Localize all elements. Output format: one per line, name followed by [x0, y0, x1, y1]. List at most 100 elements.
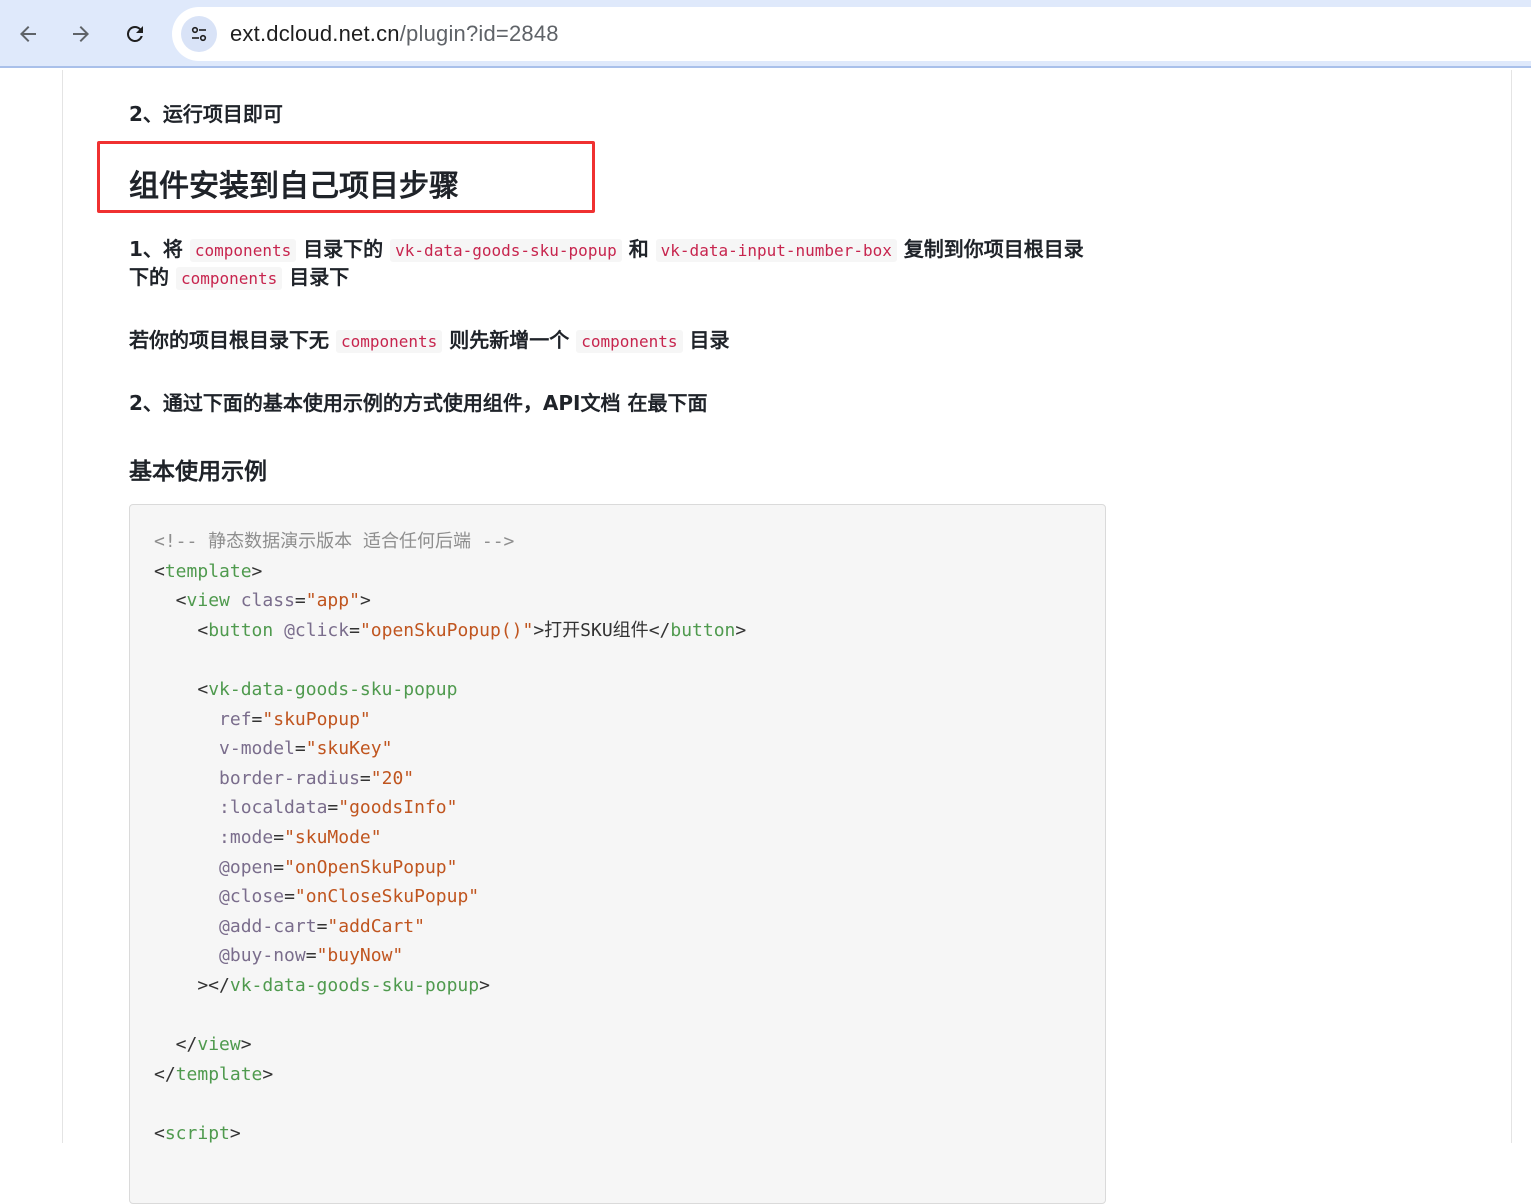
code-token-punct	[154, 709, 219, 730]
code-token-attr: border-radius	[219, 767, 360, 789]
code-line: <view class="app">	[154, 586, 746, 616]
code-token-punct: =	[294, 590, 306, 612]
code-line: @close="onCloseSkuPopup"	[154, 882, 746, 912]
code-line: ref="skuPopup"	[154, 705, 746, 735]
code-token-attr: @buy-now	[219, 945, 306, 967]
step1-and: 和	[628, 237, 649, 261]
code-token-str: "openSkuPopup()"	[359, 619, 534, 641]
code-token-punct: <	[154, 1122, 165, 1144]
code-token-attr: @close	[219, 886, 285, 908]
back-button[interactable]	[8, 14, 48, 54]
code-line: @buy-now="buyNow"	[154, 941, 746, 971]
code-token-punct: >	[240, 1034, 252, 1056]
inline-code-components-3: components	[335, 330, 443, 353]
code-token-tag: template	[175, 1063, 263, 1085]
inline-code-components-4: components	[576, 330, 683, 353]
code-token-attr: v-model	[219, 738, 295, 760]
site-info-button[interactable]	[181, 16, 217, 52]
code-token-attr: @open	[219, 856, 274, 878]
code-token-punct	[154, 797, 219, 818]
code-token-attr: ref	[219, 708, 252, 730]
address-bar[interactable]: ext.dcloud.net.cn/plugin?id=2848	[172, 7, 1531, 61]
url-host: ext.dcloud.net.cn	[230, 21, 400, 46]
code-token-str: "app"	[305, 590, 360, 612]
code-token-punct: =	[273, 826, 285, 848]
code-token-punct: </	[648, 619, 671, 641]
reload-icon	[126, 25, 143, 42]
code-lines: <!-- 静态数据演示版本 适合任何后端 --> <template> <view…	[154, 527, 746, 1148]
code-token-punct: =	[251, 708, 263, 730]
code-token-punct	[154, 945, 219, 966]
url-path: /plugin?id=2848	[399, 21, 559, 46]
code-token-punct	[154, 768, 219, 789]
step1-copy: 复制到你项目根目录	[903, 237, 1084, 261]
code-line: @add-cart="addCart"	[154, 912, 746, 942]
code-line: :localdata="goodsInfo"	[154, 793, 746, 823]
code-token-punct	[154, 857, 219, 878]
code-line: @open="onOpenSkuPopup"	[154, 853, 746, 883]
code-line: ></vk-data-goods-sku-popup>	[154, 971, 746, 1001]
code-token-punct: <	[154, 678, 209, 700]
code-token-punct: >	[735, 619, 747, 641]
code-token-tag: view	[197, 1034, 241, 1056]
code-token-attr: @click	[284, 619, 350, 641]
code-token-str: "onOpenSkuPopup"	[284, 856, 458, 878]
code-token-punct: =	[294, 738, 306, 760]
code-token-punct: <	[154, 619, 209, 641]
step1-line2: 下的 components 目录下	[129, 263, 349, 293]
note-middle: 则先新增一个	[449, 328, 570, 352]
code-token-str: "onCloseSkuPopup"	[294, 886, 480, 908]
code-token-str: "skuMode"	[284, 826, 382, 848]
code-token-punct: <	[154, 560, 165, 582]
code-line: :mode="skuMode"	[154, 823, 746, 853]
tune-icon	[191, 26, 207, 42]
url-text[interactable]: ext.dcloud.net.cn/plugin?id=2848	[230, 21, 559, 47]
inline-code-components-2: components	[175, 267, 283, 290]
code-line: border-radius="20"	[154, 764, 746, 794]
code-token-punct: =	[359, 767, 371, 789]
step1-under: 下的	[129, 265, 169, 289]
step2-text: 2、通过下面的基本使用示例的方式使用组件，API文档 在最下面	[129, 391, 708, 415]
code-line: <!-- 静态数据演示版本 适合任何后端 -->	[154, 527, 746, 557]
code-token-punct: >	[533, 619, 545, 641]
arrow-right-icon	[73, 26, 89, 42]
code-token-str: "skuKey"	[305, 738, 393, 760]
code-token-punct: =	[284, 886, 295, 908]
code-line: <template>	[154, 557, 746, 587]
code-token-punct: >	[229, 1122, 241, 1144]
example-title: 基本使用示例	[129, 459, 267, 485]
code-token-punct: ></	[154, 974, 230, 996]
code-token-attr: :mode	[219, 826, 274, 848]
browser-toolbar: ext.dcloud.net.cn/plugin?id=2848	[0, 0, 1531, 68]
step1-line1: 1、将 components 目录下的 vk-data-goods-sku-po…	[129, 235, 1084, 265]
reload-button[interactable]	[115, 14, 155, 54]
code-token-attr: :localdata	[219, 797, 328, 819]
code-token-tag: vk-data-goods-sku-popup	[229, 974, 480, 996]
note-line: 若你的项目根目录下无 components 则先新增一个 components …	[129, 326, 730, 356]
code-token-punct	[154, 738, 219, 759]
step-run-text: 2、运行项目即可	[129, 102, 283, 126]
code-token-str: "goodsInfo"	[338, 797, 458, 819]
code-token-punct: >	[359, 590, 371, 612]
forward-button[interactable]	[61, 14, 101, 54]
code-token-tag: script	[164, 1122, 230, 1144]
code-token-punct: =	[316, 915, 328, 937]
code-token-str: "addCart"	[327, 915, 425, 937]
code-token-punct	[154, 886, 219, 907]
code-token-str: "skuPopup"	[262, 708, 371, 730]
code-token-str: "20"	[370, 767, 415, 789]
code-token-punct: <	[154, 590, 187, 612]
code-token-punct: </	[154, 1063, 176, 1085]
section-title: 组件安装到自己项目步骤	[129, 169, 459, 204]
code-token-punct	[154, 827, 219, 848]
step1-prefix: 1、将	[129, 237, 183, 261]
code-line: <vk-data-goods-sku-popup	[154, 675, 746, 705]
code-token-punct: >	[262, 1063, 274, 1085]
code-token-punct: =	[349, 619, 360, 641]
code-token-punct: </	[154, 1034, 198, 1056]
code-token-punct: =	[273, 856, 285, 878]
code-token-attr: class	[240, 590, 295, 612]
